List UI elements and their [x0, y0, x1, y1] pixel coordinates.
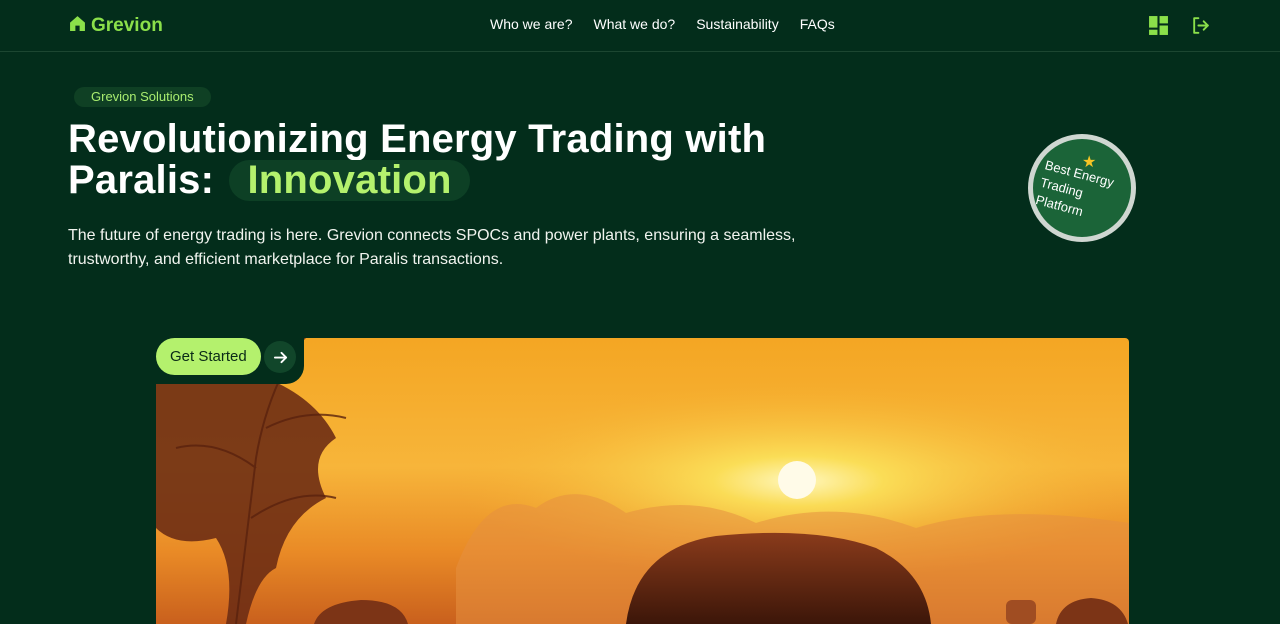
nav-link-who-we-are[interactable]: Who we are? — [490, 16, 572, 32]
hero-headline: Revolutionizing Energy Trading with Para… — [68, 119, 766, 201]
award-badge: ★ Best Energy Trading Platform — [1028, 134, 1136, 242]
nav-links: Who we are? What we do? Sustainability F… — [490, 16, 835, 32]
logout-icon[interactable] — [1190, 15, 1211, 36]
dashboard-grid-icon[interactable] — [1148, 15, 1169, 36]
hero-tag: Grevion Solutions — [74, 87, 211, 107]
top-navbar: Grevion Who we are? What we do? Sustaina… — [0, 0, 1280, 52]
arrow-right-icon[interactable] — [264, 341, 296, 373]
headline-line-2: Paralis: — [68, 158, 215, 202]
nav-link-faqs[interactable]: FAQs — [800, 16, 835, 32]
brand-logo[interactable]: Grevion — [69, 14, 163, 38]
nav-icons — [1148, 15, 1211, 36]
brand-name: Grevion — [91, 15, 163, 36]
home-icon — [69, 15, 86, 38]
headline-accent: Innovation — [229, 160, 470, 201]
nav-link-sustainability[interactable]: Sustainability — [696, 16, 779, 32]
hero-subtitle: The future of energy trading is here. Gr… — [68, 227, 796, 268]
badge-text: Best Energy Trading Platform — [1034, 156, 1135, 231]
cta-container: Get Started — [156, 338, 304, 384]
hero-image — [156, 338, 1129, 624]
headline-line-1: Revolutionizing Energy Trading with — [68, 117, 767, 161]
nav-link-what-we-do[interactable]: What we do? — [593, 16, 675, 32]
get-started-button[interactable]: Get Started — [156, 338, 261, 375]
